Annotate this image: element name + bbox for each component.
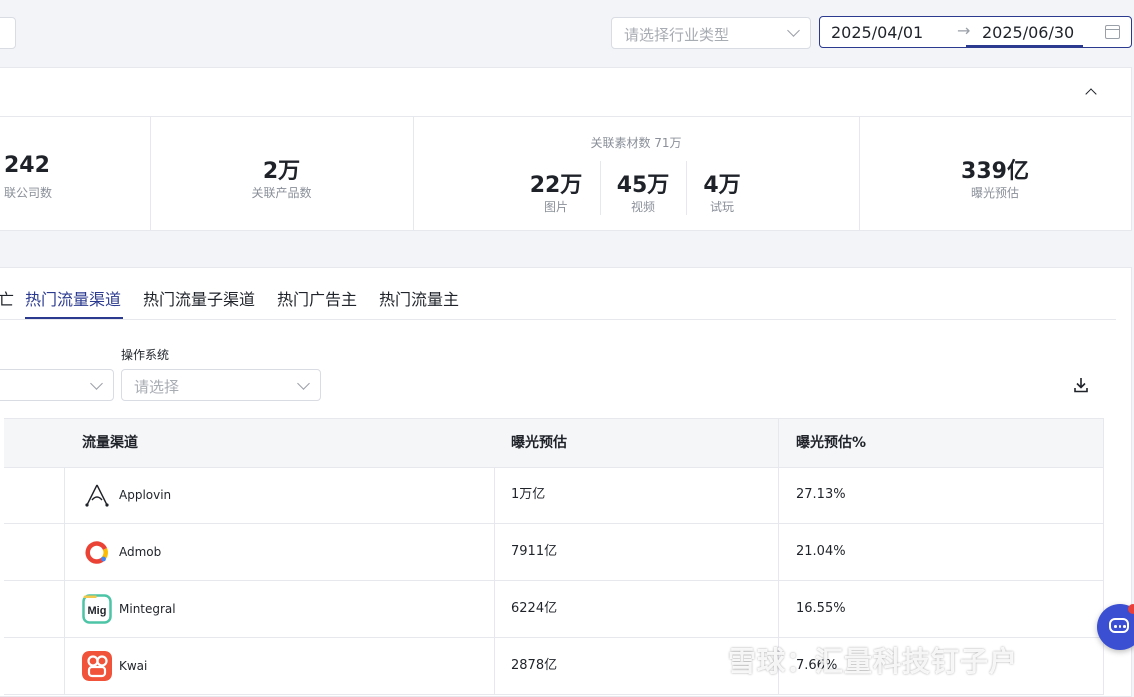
tab-hot-traffic-subchannel[interactable]: 热门流量子渠道 bbox=[143, 286, 255, 310]
stat-products-value: 2万 bbox=[262, 159, 301, 184]
exposure-percent: 21.04% bbox=[796, 544, 846, 559]
stat-materials-header: 关联素材数 71万 bbox=[590, 136, 682, 150]
tab-hot-advertiser[interactable]: 热门广告主 bbox=[277, 286, 357, 310]
stat-videos-value: 45万 bbox=[616, 173, 670, 198]
table-header: 流量渠道 曝光预估 曝光预估% bbox=[4, 418, 1104, 468]
ranking-panel: 亡 热门流量渠道 热门流量子渠道 热门广告主 热门流量主 操作系统 请选择 流量… bbox=[0, 267, 1132, 697]
stats-panel: 242 联公司数 2万 关联产品数 关联素材数 71万 22万 图片 45万 视… bbox=[0, 67, 1132, 231]
stat-images-label: 图片 bbox=[543, 200, 568, 214]
stat-videos-label: 视频 bbox=[630, 200, 655, 214]
os-select[interactable]: 请选择 bbox=[121, 369, 321, 401]
industry-select-placeholder: 请选择行业类型 bbox=[624, 26, 730, 44]
stat-companies-label: 联公司数 bbox=[4, 186, 53, 200]
table-row[interactable]: Applovin 1万亿 27.13% bbox=[4, 467, 1104, 524]
download-icon[interactable] bbox=[1074, 377, 1088, 393]
chat-icon bbox=[1109, 618, 1129, 633]
table-row[interactable]: Admob 7911亿 21.04% bbox=[4, 524, 1104, 581]
date-range-picker[interactable]: 2025/04/01 → 2025/06/30 bbox=[819, 16, 1132, 48]
kwai-logo bbox=[82, 651, 112, 681]
exposure-value: 6224亿 bbox=[511, 601, 558, 616]
date-start[interactable]: 2025/04/01 bbox=[831, 23, 923, 42]
watermark-text: 雪球：汇量科技钉子户 bbox=[728, 645, 1019, 678]
divider bbox=[0, 319, 1116, 320]
column-divider bbox=[1103, 418, 1104, 695]
column-divider bbox=[494, 467, 495, 695]
stat-exposure: 339亿 曝光预估 bbox=[859, 117, 1131, 231]
channel-name: Admob bbox=[119, 545, 162, 559]
stat-exposure-value: 339亿 bbox=[961, 159, 1029, 184]
channel-name: Kwai bbox=[119, 659, 148, 673]
header-exposure-percent[interactable]: 曝光预估% bbox=[796, 419, 866, 467]
chevron-down-icon bbox=[297, 377, 310, 390]
top-filter-bar: 请选择行业类型 2025/04/01 → 2025/06/30 bbox=[0, 0, 1134, 62]
chat-dot bbox=[1114, 625, 1117, 628]
chat-dot bbox=[1123, 625, 1126, 628]
column-divider bbox=[778, 419, 779, 467]
mintegral-logo: Mig bbox=[82, 594, 112, 624]
stat-companies: 242 联公司数 bbox=[0, 117, 151, 231]
tab-hot-publisher[interactable]: 热门流量主 bbox=[379, 286, 459, 310]
os-select-placeholder: 请选择 bbox=[134, 378, 180, 396]
os-filter-label: 操作系统 bbox=[121, 348, 170, 362]
stats-row: 242 联公司数 2万 关联产品数 关联素材数 71万 22万 图片 45万 视… bbox=[0, 116, 1131, 231]
stat-products-label: 关联产品数 bbox=[251, 186, 312, 200]
exposure-value: 2878亿 bbox=[511, 658, 558, 673]
stat-playables-value: 4万 bbox=[703, 173, 741, 198]
tab-cut-off[interactable]: 亡 bbox=[0, 286, 14, 310]
tab-hot-traffic-channel[interactable]: 热门流量渠道 bbox=[25, 286, 121, 310]
date-end-active-underline bbox=[966, 45, 1083, 47]
stat-exposure-label: 曝光预估 bbox=[970, 186, 1019, 200]
exposure-value: 1万亿 bbox=[511, 487, 546, 502]
channel-name: Mintegral bbox=[119, 602, 176, 616]
stat-playables-label: 试玩 bbox=[709, 200, 734, 214]
industry-select[interactable]: 请选择行业类型 bbox=[611, 17, 811, 49]
stat-companies-value: 242 bbox=[4, 153, 50, 178]
chevron-down-icon bbox=[787, 24, 800, 37]
exposure-percent: 16.55% bbox=[796, 601, 846, 616]
left-filter-stub[interactable] bbox=[0, 17, 16, 49]
stat-images-value: 22万 bbox=[529, 173, 583, 198]
left-filter-select[interactable] bbox=[0, 369, 114, 401]
channel-name: Applovin bbox=[119, 488, 172, 502]
arrow-right-icon: → bbox=[957, 21, 971, 40]
table-row[interactable]: Mig Mintegral 6224亿 16.55% bbox=[4, 581, 1104, 638]
exposure-percent: 27.13% bbox=[796, 487, 846, 502]
date-end[interactable]: 2025/06/30 bbox=[982, 23, 1074, 42]
chat-dot bbox=[1118, 625, 1121, 628]
notification-badge bbox=[1128, 604, 1134, 614]
chevron-down-icon bbox=[90, 377, 103, 390]
stat-materials: 关联素材数 71万 22万 图片 45万 视频 4万 试玩 bbox=[413, 117, 860, 231]
exposure-value: 7911亿 bbox=[511, 544, 558, 559]
applovin-logo bbox=[85, 484, 109, 507]
stat-products: 2万 关联产品数 bbox=[150, 117, 414, 231]
svg-text:Mig: Mig bbox=[88, 605, 107, 617]
admob-logo bbox=[85, 541, 108, 564]
header-exposure[interactable]: 曝光预估 bbox=[511, 419, 567, 467]
column-divider bbox=[64, 467, 65, 695]
calendar-icon[interactable] bbox=[1105, 25, 1120, 39]
header-channel[interactable]: 流量渠道 bbox=[82, 419, 138, 467]
chevron-up-icon[interactable] bbox=[1085, 88, 1097, 100]
